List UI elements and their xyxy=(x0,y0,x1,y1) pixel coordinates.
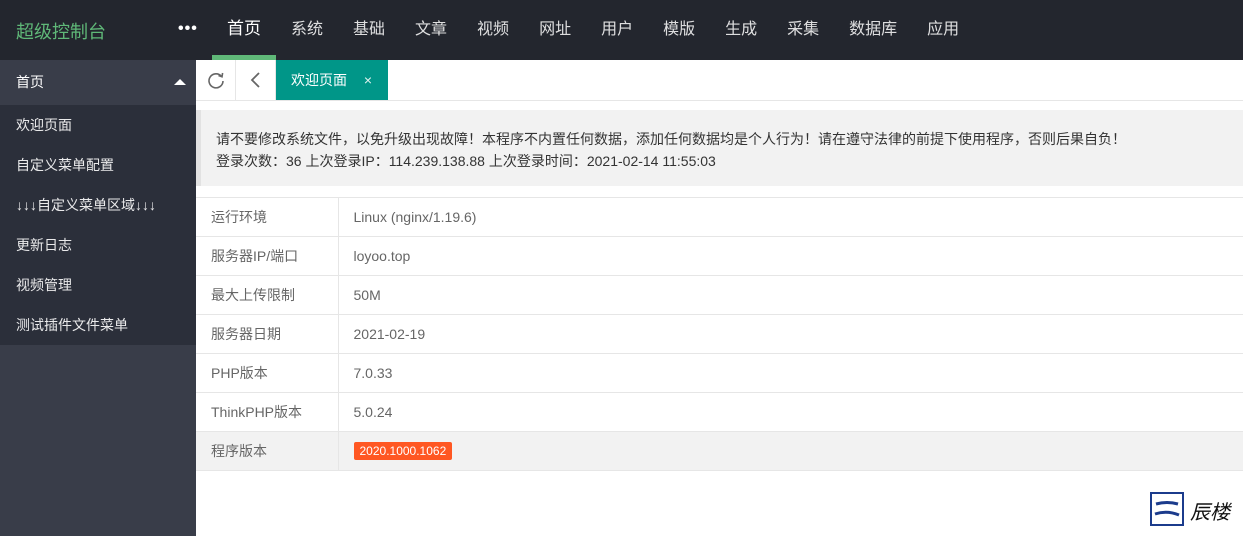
nav-user[interactable]: 用户 xyxy=(586,0,648,60)
table-row: ThinkPHP版本 5.0.24 xyxy=(196,392,1243,432)
app-logo[interactable]: 超级控制台 xyxy=(16,18,106,44)
sidebar-item-test-plugin[interactable]: 测试插件文件菜单 xyxy=(0,305,196,345)
info-value: Linux (nginx/1.19.6) xyxy=(338,197,1243,237)
info-value: 2020.1000.1062 xyxy=(338,431,1243,471)
watermark-logo: 辰楼 xyxy=(1150,492,1236,528)
info-key: PHP版本 xyxy=(196,353,339,393)
info-value: 50M xyxy=(338,275,1243,315)
nav-article[interactable]: 文章 xyxy=(400,0,462,60)
info-value: 5.0.24 xyxy=(338,392,1243,432)
table-row: 最大上传限制 50M xyxy=(196,275,1243,315)
notice-warning: 请不要修改系统文件，以免升级出现故障！本程序不内置任何数据，添加任何数据均是个人… xyxy=(216,131,1126,147)
info-key: 服务器日期 xyxy=(196,314,339,354)
top-header: 超级控制台 ••• 首页 系统 基础 文章 视频 网址 用户 模版 生成 采集 … xyxy=(0,0,1243,60)
back-button[interactable] xyxy=(236,60,276,100)
sidebar-group-home[interactable]: 首页 xyxy=(0,60,196,105)
watermark-icon xyxy=(1150,492,1184,526)
info-key: ThinkPHP版本 xyxy=(196,392,339,432)
table-row: 服务器日期 2021-02-19 xyxy=(196,314,1243,354)
notice-box: 请不要修改系统文件，以免升级出现故障！本程序不内置任何数据，添加任何数据均是个人… xyxy=(196,110,1243,186)
sidebar-item-custom-menu-config[interactable]: 自定义菜单配置 xyxy=(0,145,196,185)
more-menu-icon[interactable]: ••• xyxy=(178,20,198,38)
info-value: 2021-02-19 xyxy=(338,314,1243,354)
refresh-icon xyxy=(207,72,224,89)
info-key: 程序版本 xyxy=(196,431,339,471)
nav-system[interactable]: 系统 xyxy=(276,0,338,60)
nav-video[interactable]: 视频 xyxy=(462,0,524,60)
info-value: loyoo.top xyxy=(338,236,1243,276)
info-key: 服务器IP/端口 xyxy=(196,236,339,276)
version-badge: 2020.1000.1062 xyxy=(353,442,453,460)
nav-template[interactable]: 模版 xyxy=(648,0,710,60)
sidebar-item-custom-menu-area[interactable]: ↓↓↓自定义菜单区域↓↓↓ xyxy=(0,185,196,225)
table-row: 运行环境 Linux (nginx/1.19.6) xyxy=(196,197,1243,237)
table-row: PHP版本 7.0.33 xyxy=(196,353,1243,393)
caret-up-icon xyxy=(174,79,186,85)
nav-generate[interactable]: 生成 xyxy=(710,0,772,60)
refresh-button[interactable] xyxy=(196,60,236,100)
sidebar-list: 欢迎页面 自定义菜单配置 ↓↓↓自定义菜单区域↓↓↓ 更新日志 视频管理 测试插… xyxy=(0,105,196,345)
nav-apps[interactable]: 应用 xyxy=(912,0,974,60)
sidebar-item-changelog[interactable]: 更新日志 xyxy=(0,225,196,265)
tab-welcome[interactable]: 欢迎页面 × xyxy=(276,60,388,100)
nav-home[interactable]: 首页 xyxy=(212,0,276,60)
tab-bar: 欢迎页面 × xyxy=(196,60,1243,101)
watermark-text: 辰楼 xyxy=(1190,500,1230,524)
top-nav: 首页 系统 基础 文章 视频 网址 用户 模版 生成 采集 数据库 应用 xyxy=(212,0,974,60)
login-info: 登录次数：36 上次登录IP：114.239.138.88 上次登录时间：202… xyxy=(216,153,716,169)
table-row: 服务器IP/端口 loyoo.top xyxy=(196,236,1243,276)
info-key: 最大上传限制 xyxy=(196,275,339,315)
chevron-left-icon xyxy=(250,72,260,88)
sidebar-item-video-manage[interactable]: 视频管理 xyxy=(0,265,196,305)
tab-label: 欢迎页面 xyxy=(291,72,347,88)
nav-database[interactable]: 数据库 xyxy=(834,0,912,60)
nav-basic[interactable]: 基础 xyxy=(338,0,400,60)
server-info-table: 运行环境 Linux (nginx/1.19.6) 服务器IP/端口 loyoo… xyxy=(196,197,1243,471)
table-row-version: 程序版本 2020.1000.1062 xyxy=(196,431,1243,471)
info-key: 运行环境 xyxy=(196,197,339,237)
nav-url[interactable]: 网址 xyxy=(524,0,586,60)
sidebar: 首页 欢迎页面 自定义菜单配置 ↓↓↓自定义菜单区域↓↓↓ 更新日志 视频管理 … xyxy=(0,60,196,536)
close-icon[interactable]: × xyxy=(364,60,372,100)
sidebar-group-label: 首页 xyxy=(16,74,44,90)
info-value: 7.0.33 xyxy=(338,353,1243,393)
sidebar-item-welcome[interactable]: 欢迎页面 xyxy=(0,105,196,145)
nav-collect[interactable]: 采集 xyxy=(772,0,834,60)
